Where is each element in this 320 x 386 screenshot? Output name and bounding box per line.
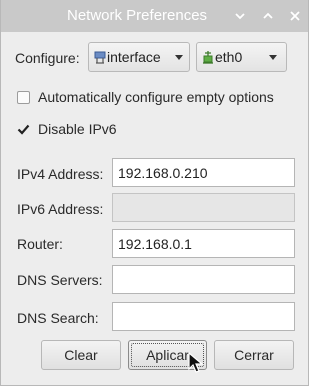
- ipv6-address-label: IPv6 Address:: [17, 201, 104, 217]
- disable-ipv6-checkbox[interactable]: [17, 123, 30, 136]
- chevron-down-icon: [269, 55, 277, 60]
- minimize-icon[interactable]: [232, 8, 248, 24]
- clear-button[interactable]: Clear: [41, 340, 121, 370]
- ipv4-address-field[interactable]: [112, 158, 295, 187]
- configure-device-dropdown[interactable]: eth0: [196, 42, 287, 72]
- configure-label: Configure:: [15, 50, 80, 66]
- title-bar[interactable]: Network Preferences: [1, 0, 308, 32]
- checkmark-icon: [17, 124, 30, 135]
- dns-servers-field[interactable]: [112, 265, 295, 294]
- network-interface-icon: [94, 51, 106, 64]
- chevron-down-icon: [175, 55, 183, 60]
- router-label: Router:: [17, 236, 63, 252]
- dns-search-field[interactable]: [112, 302, 295, 331]
- close-button[interactable]: Cerrar: [214, 340, 294, 370]
- mouse-pointer-icon: [188, 351, 204, 374]
- configure-type-value: interface: [107, 49, 161, 65]
- ipv4-address-label: IPv4 Address:: [17, 166, 104, 182]
- window-title: Network Preferences: [67, 7, 208, 24]
- close-icon[interactable]: [287, 8, 303, 24]
- router-field[interactable]: [112, 229, 295, 258]
- ethernet-device-icon: [202, 51, 214, 64]
- dns-servers-label: DNS Servers:: [17, 272, 103, 288]
- auto-configure-checkbox[interactable]: [17, 91, 30, 104]
- configure-device-value: eth0: [215, 49, 243, 65]
- configure-type-dropdown[interactable]: interface: [88, 42, 190, 72]
- ipv6-address-field: [112, 193, 295, 222]
- network-preferences-window: Network Preferences Configure: interface: [0, 0, 309, 386]
- disable-ipv6-label[interactable]: Disable IPv6: [38, 121, 117, 137]
- maximize-icon[interactable]: [260, 8, 276, 24]
- auto-configure-label[interactable]: Automatically configure empty options: [38, 89, 274, 105]
- dns-search-label: DNS Search:: [17, 310, 99, 326]
